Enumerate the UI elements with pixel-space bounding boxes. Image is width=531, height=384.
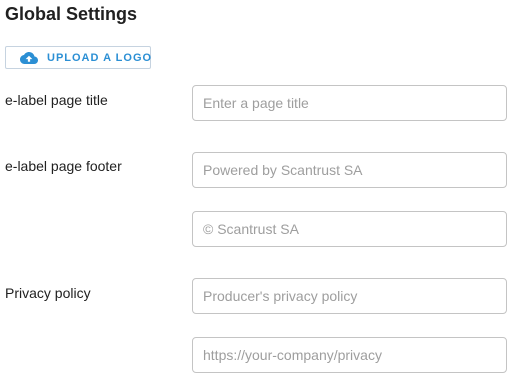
- page-footer-line1-input[interactable]: [192, 152, 507, 188]
- page-footer-label: e-label page footer: [5, 158, 122, 174]
- upload-logo-button[interactable]: UPLOAD A LOGO: [5, 46, 151, 69]
- cloud-upload-icon: [20, 52, 38, 64]
- upload-logo-label: UPLOAD A LOGO: [47, 52, 153, 64]
- privacy-policy-label: Privacy policy: [5, 285, 91, 301]
- page-title: Global Settings: [5, 4, 138, 24]
- page-footer-line2-input[interactable]: [192, 211, 507, 247]
- privacy-policy-url-input[interactable]: [192, 337, 507, 373]
- page-title-input[interactable]: [192, 85, 507, 121]
- page-title-label: e-label page title: [5, 92, 108, 108]
- privacy-policy-name-input[interactable]: [192, 278, 507, 314]
